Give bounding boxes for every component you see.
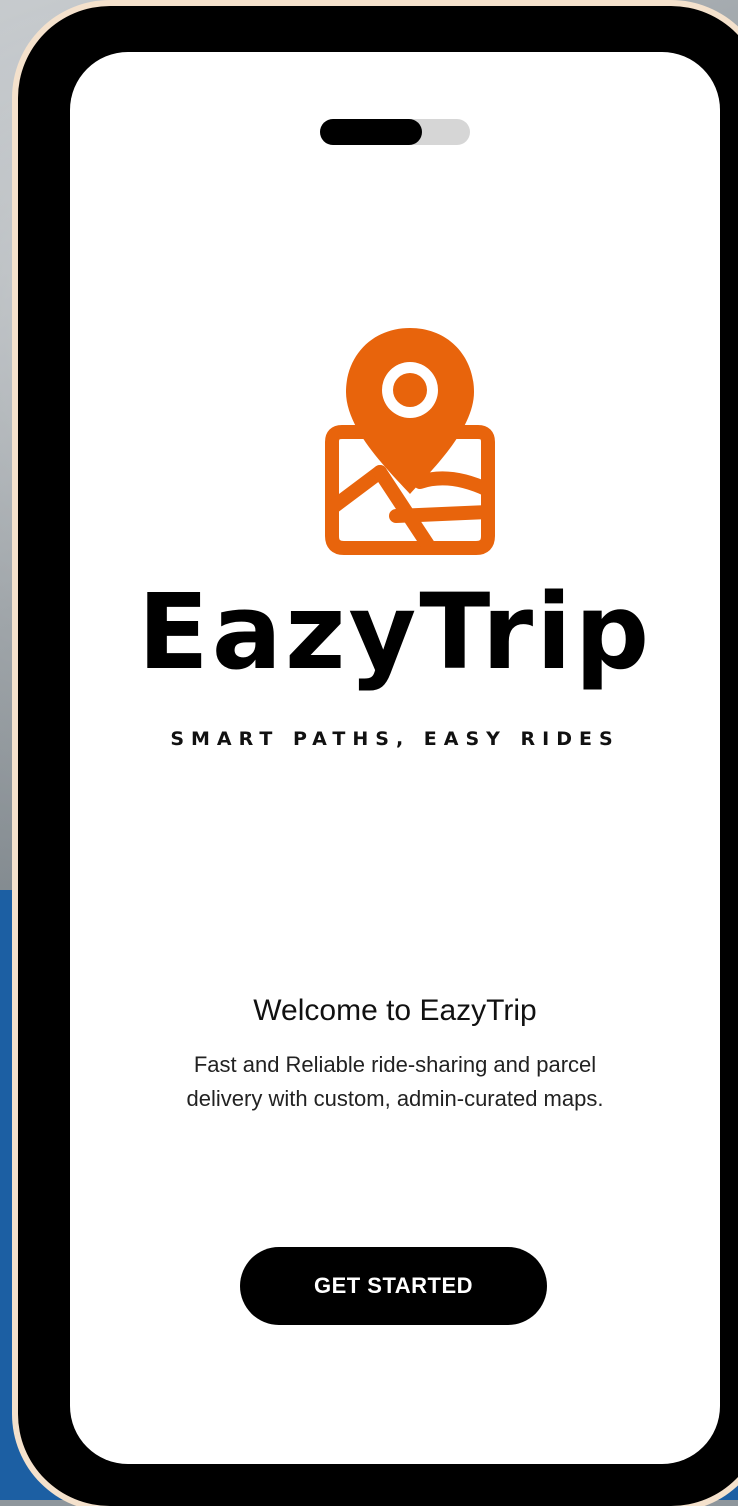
page-indicator <box>320 119 470 145</box>
map-pin-icon <box>325 328 495 555</box>
brand-name: EazyTrip <box>137 571 653 693</box>
brand-tagline: SMART PATHS, EASY RIDES <box>170 728 620 750</box>
phone-frame: EazyTrip SMART PATHS, EASY RIDES Welcome… <box>18 6 738 1506</box>
welcome-title: Welcome to EazyTrip <box>253 994 537 1027</box>
get-started-button[interactable]: GET STARTED <box>240 1247 547 1325</box>
page-indicator-active <box>320 119 422 145</box>
welcome-description: Fast and Reliable ride-sharing and parce… <box>186 1052 604 1111</box>
app-screen: EazyTrip SMART PATHS, EASY RIDES Welcome… <box>70 52 720 1464</box>
